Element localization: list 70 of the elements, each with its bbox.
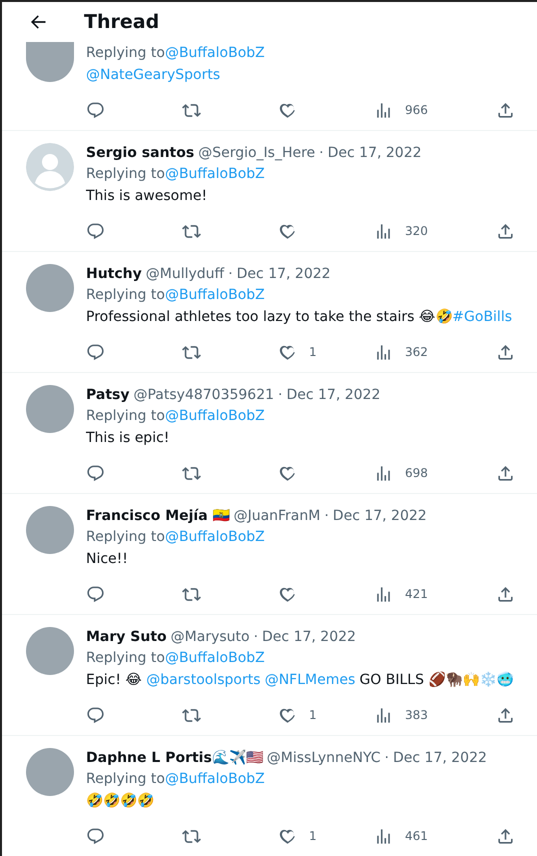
separator-dot: ·: [278, 386, 282, 405]
separator-dot: ·: [319, 144, 324, 163]
post-text: This is epic!: [86, 430, 170, 446]
share-icon[interactable]: [496, 826, 515, 846]
reply-icon[interactable]: [86, 222, 105, 240]
replying-to-label: Replying to: [86, 529, 165, 545]
post-text: GO BILLS 🏈🦬🙌❄🥶: [359, 672, 514, 688]
views-chart-icon[interactable]: [374, 706, 393, 724]
user-name[interactable]: Patsy: [86, 385, 130, 405]
post-date[interactable]: Dec 17, 2022: [236, 264, 331, 284]
user-handle[interactable]: @JuanFranM: [234, 506, 320, 526]
separator-dot: ·: [228, 265, 233, 284]
user-handle[interactable]: @Sergio_Is_Here: [198, 143, 316, 163]
share-icon[interactable]: [496, 584, 515, 604]
post-text: This is awesome!: [86, 188, 208, 204]
post-date[interactable]: Dec 17, 2022: [332, 506, 427, 526]
post-date[interactable]: Dec 17, 2022: [286, 385, 380, 405]
post-text: Nice!!: [86, 551, 128, 567]
replying-to-label: Replying to: [86, 166, 165, 182]
like-count: 1: [309, 829, 317, 843]
views-chart-icon[interactable]: [374, 584, 393, 604]
post-date[interactable]: Dec 17, 2022: [262, 627, 356, 647]
replying-to-label: Replying to: [86, 408, 165, 424]
user-handle[interactable]: @Mullyduff: [146, 264, 224, 284]
reply-icon[interactable]: [86, 342, 105, 362]
user-handle[interactable]: @Marysuto: [170, 627, 250, 647]
views-chart-icon[interactable]: [374, 100, 393, 120]
view-count: 966: [405, 103, 428, 117]
user-name[interactable]: Hutchy: [86, 264, 142, 284]
reply-icon[interactable]: [86, 464, 105, 482]
reply-icon[interactable]: [86, 100, 105, 120]
replying-to-label: Replying to: [86, 771, 165, 787]
replying-to-label: Replying to: [86, 650, 165, 666]
view-count: 320: [405, 224, 428, 238]
user-name[interactable]: Mary Suto: [86, 627, 167, 647]
reply-icon[interactable]: [86, 584, 105, 604]
views-chart-icon[interactable]: [374, 342, 393, 362]
like-count: 1: [309, 345, 317, 359]
share-icon[interactable]: [496, 222, 515, 240]
view-count: 362: [405, 345, 428, 359]
views-chart-icon[interactable]: [374, 464, 393, 482]
user-name[interactable]: Francisco Mejía 🇪🇨: [86, 506, 230, 526]
reply-icon[interactable]: [86, 706, 105, 724]
replying-to-label: Replying to: [86, 45, 165, 61]
view-count: 698: [405, 466, 428, 480]
post-text: Professional athletes too lazy to take the stairs 😂🤣: [86, 309, 452, 325]
like-count: 1: [309, 708, 317, 722]
page-title: Thread: [84, 11, 160, 33]
user-handle[interactable]: @MissLynneNYC: [266, 748, 381, 768]
user-name[interactable]: Sergio santos: [86, 143, 194, 163]
view-count: 421: [405, 587, 428, 601]
user-name[interactable]: Daphne L Portis🌊✈🇺🇸: [86, 748, 263, 768]
views-chart-icon[interactable]: [374, 222, 393, 240]
share-icon[interactable]: [496, 342, 515, 362]
separator-dot: ·: [324, 507, 329, 526]
post-text: 🤣🤣🤣🤣: [86, 793, 154, 809]
view-count: 461: [405, 829, 428, 843]
replying-to-label: Replying to: [86, 287, 165, 303]
views-chart-icon[interactable]: [374, 826, 393, 846]
post-text: Epic! 😂: [86, 672, 143, 688]
view-count: 383: [405, 708, 428, 722]
post-date[interactable]: Dec 17, 2022: [393, 748, 487, 768]
user-handle[interactable]: @Patsy4870359621: [133, 385, 274, 405]
share-icon[interactable]: [496, 706, 515, 724]
separator-dot: ·: [254, 628, 258, 647]
share-icon[interactable]: [496, 100, 515, 120]
reply-icon[interactable]: [86, 826, 105, 846]
separator-dot: ·: [384, 749, 389, 768]
share-icon[interactable]: [496, 464, 515, 482]
post-date[interactable]: Dec 17, 2022: [328, 143, 422, 163]
